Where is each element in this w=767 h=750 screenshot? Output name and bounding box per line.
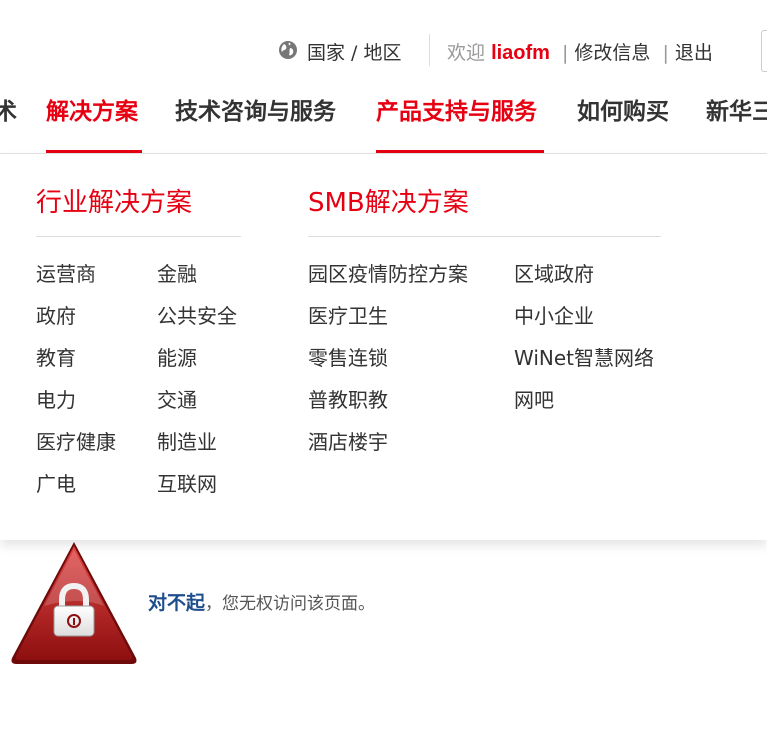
- lock-warning-icon: [11, 542, 137, 664]
- denied-text: 您无权访问该页面。: [222, 594, 376, 614]
- region-selector[interactable]: 国家 / 地区: [307, 38, 401, 65]
- solutions-dropdown: 行业解决方案 运营商 政府 教育 电力 医疗健康 广电 金融 公共安全 能源 交…: [0, 154, 767, 540]
- username-link[interactable]: liaofm: [491, 42, 550, 64]
- main-nav: 术 解决方案 技术咨询与服务 产品支持与服务 如何购买 新华三: [0, 86, 767, 162]
- access-denied-message: 对不起，您无权访问该页面。: [148, 588, 375, 615]
- utility-bar: 国家 / 地区 欢迎 liaofm | 修改信息 | 退出: [0, 30, 767, 72]
- smb-link-campus-epidemic[interactable]: 园区疫情防控方案: [308, 258, 468, 287]
- globe-icon[interactable]: [278, 40, 298, 60]
- industry-divider: [36, 236, 241, 237]
- utility-divider: [429, 34, 430, 66]
- industry-link-government[interactable]: 政府: [36, 300, 76, 329]
- nav-item-product-support[interactable]: 产品支持与服务: [376, 92, 537, 126]
- industry-solutions-title[interactable]: 行业解决方案: [36, 182, 192, 219]
- industry-link-healthcare[interactable]: 医疗健康: [36, 426, 116, 455]
- smb-link-retail[interactable]: 零售连锁: [308, 342, 388, 371]
- separator: |: [662, 42, 669, 64]
- smb-link-k12-vocational[interactable]: 普教职教: [308, 384, 388, 413]
- search-input[interactable]: [761, 30, 767, 72]
- industry-link-manufacturing[interactable]: 制造业: [157, 426, 217, 455]
- nav-item-consulting[interactable]: 技术咨询与服务: [175, 92, 336, 126]
- industry-link-broadcast[interactable]: 广电: [36, 468, 76, 497]
- welcome-area: 欢迎 liaofm | 修改信息 | 退出: [447, 38, 713, 65]
- smb-link-medical[interactable]: 医疗卫生: [308, 300, 388, 329]
- nav-item-how-to-buy[interactable]: 如何购买: [577, 92, 669, 126]
- industry-link-education[interactable]: 教育: [36, 342, 76, 371]
- sorry-text: 对不起: [148, 592, 206, 614]
- industry-link-finance[interactable]: 金融: [157, 258, 197, 287]
- nav-item-technology[interactable]: 术: [0, 92, 17, 126]
- page: 国家 / 地区 欢迎 liaofm | 修改信息 | 退出 术 解决方案 技术咨询与…: [0, 0, 767, 750]
- smb-link-sme[interactable]: 中小企业: [514, 300, 594, 329]
- smb-divider: [308, 236, 661, 237]
- logout-link[interactable]: 退出: [675, 42, 713, 64]
- separator: |: [562, 42, 569, 64]
- nav-item-solutions[interactable]: 解决方案: [46, 92, 138, 126]
- nav-item-h3c[interactable]: 新华三: [706, 92, 767, 126]
- industry-link-power[interactable]: 电力: [36, 384, 76, 413]
- industry-link-carrier[interactable]: 运营商: [36, 258, 96, 287]
- edit-profile-link[interactable]: 修改信息: [574, 42, 650, 64]
- industry-link-energy[interactable]: 能源: [157, 342, 197, 371]
- smb-link-internet-cafe[interactable]: 网吧: [514, 384, 554, 413]
- smb-link-regional-gov[interactable]: 区域政府: [514, 258, 594, 287]
- comma-text: ，: [205, 594, 223, 614]
- industry-link-internet[interactable]: 互联网: [157, 468, 217, 497]
- smb-link-winet[interactable]: WiNet智慧网络: [514, 342, 654, 371]
- welcome-label: 欢迎: [447, 42, 486, 64]
- smb-solutions-title[interactable]: SMB解决方案: [308, 182, 469, 219]
- industry-link-public-safety[interactable]: 公共安全: [157, 300, 237, 329]
- industry-link-transport[interactable]: 交通: [157, 384, 197, 413]
- smb-link-hotel-building[interactable]: 酒店楼宇: [308, 426, 388, 455]
